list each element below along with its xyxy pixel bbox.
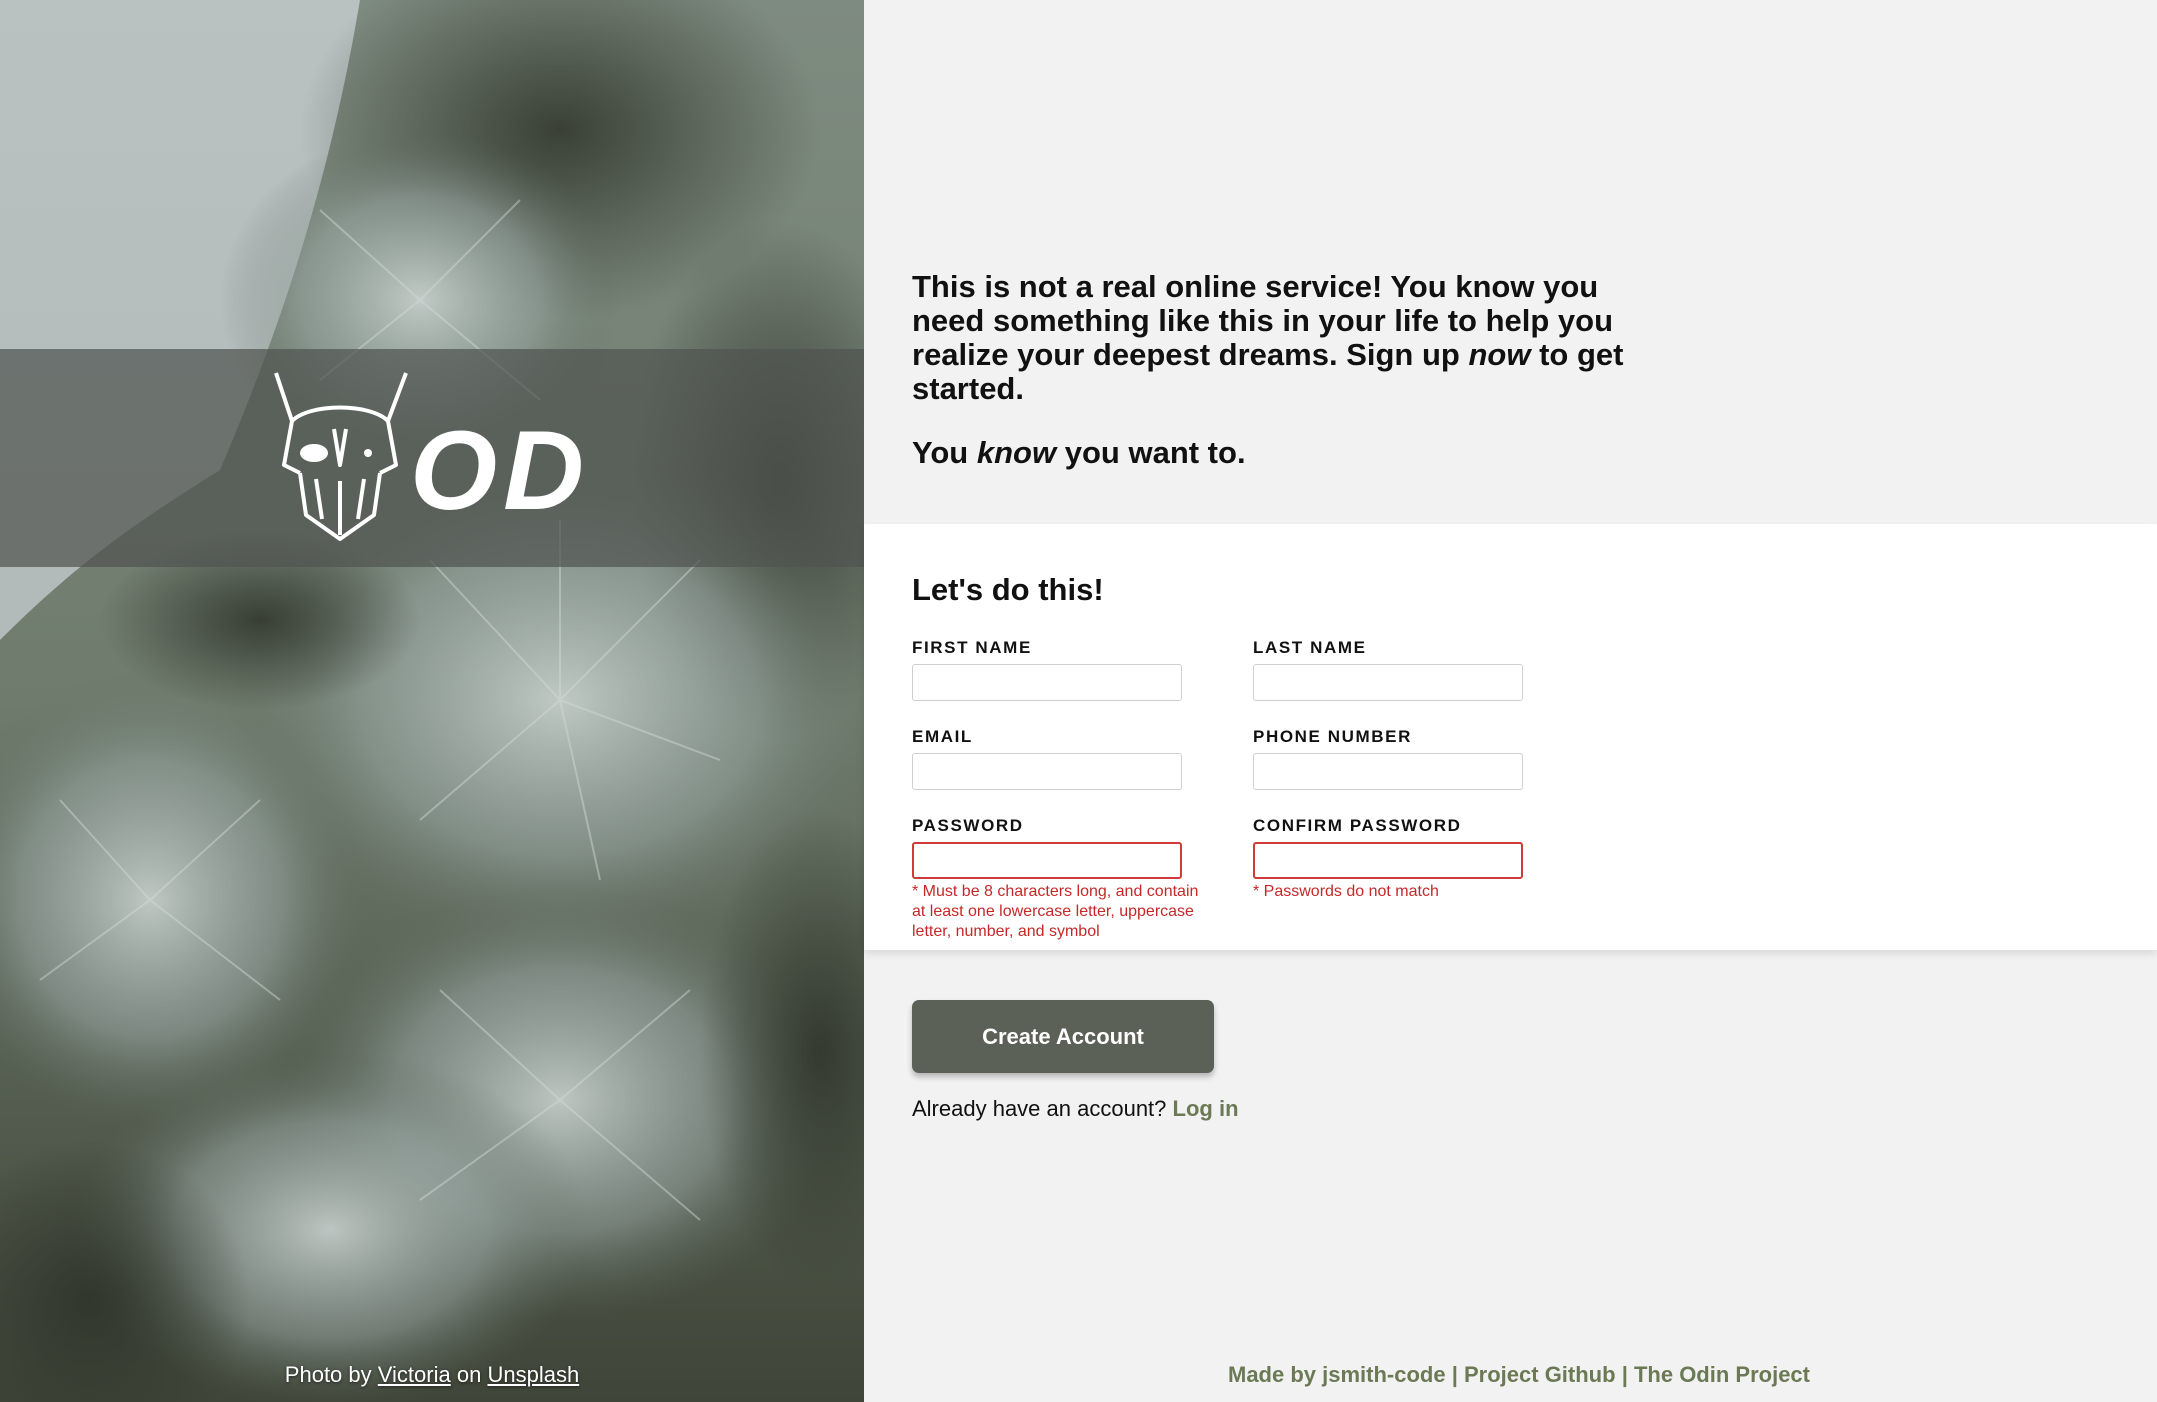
- login-prompt: Already have an account? Log in: [912, 1096, 1239, 1122]
- viking-head-icon: ODIN: [274, 372, 708, 541]
- form-title: Let's do this!: [912, 572, 1104, 607]
- footer-separator: |: [1621, 1362, 1628, 1387]
- confirm-password-input[interactable]: [1253, 842, 1523, 879]
- credit-middle: on: [456, 1362, 482, 1387]
- last-name-field-group: LAST NAME: [1253, 638, 1523, 701]
- email-input[interactable]: [912, 753, 1182, 790]
- password-label: PASSWORD: [912, 816, 1024, 835]
- logo-text: ODIN: [410, 408, 590, 533]
- confirm-password-label: CONFIRM PASSWORD: [1253, 816, 1462, 835]
- phone-input[interactable]: [1253, 753, 1523, 790]
- intro-text-2a: You: [912, 435, 969, 470]
- signup-panel: This is not a real online service! You k…: [864, 0, 2157, 1402]
- photo-credit: Photo by Victoria on Unsplash: [0, 1362, 864, 1388]
- last-name-input[interactable]: [1253, 664, 1523, 701]
- intro-paragraph-2: You know you want to.: [912, 436, 1632, 470]
- signup-form: Let's do this! FIRST NAME LAST NAME EMAI…: [864, 524, 2157, 950]
- confirm-password-error: * Passwords do not match: [1253, 883, 1439, 900]
- create-account-button[interactable]: Create Account: [912, 1000, 1214, 1073]
- intro-text-2-emphasis: know: [976, 435, 1057, 470]
- first-name-field-group: FIRST NAME: [912, 638, 1182, 701]
- phone-label: PHONE NUMBER: [1253, 727, 1412, 746]
- email-field-group: EMAIL: [912, 727, 1182, 790]
- footer-odin-link[interactable]: The Odin Project: [1634, 1362, 1810, 1387]
- first-name-input[interactable]: [912, 664, 1182, 701]
- intro-text-1-emphasis: now: [1468, 337, 1531, 372]
- confirm-password-field-group: CONFIRM PASSWORD * Passwords do not matc…: [1253, 816, 1523, 902]
- intro-text: This is not a real online service! You k…: [912, 270, 1632, 500]
- footer-separator: |: [1451, 1362, 1458, 1387]
- hero-photo-panel: ODIN Photo by Victoria on Unsplash: [0, 0, 864, 1402]
- first-name-label: FIRST NAME: [912, 638, 1032, 657]
- login-prompt-text: Already have an account?: [912, 1096, 1167, 1121]
- footer-github-link[interactable]: Project Github: [1464, 1362, 1616, 1387]
- footer: Made by jsmith-code | Project Github | T…: [1228, 1362, 1810, 1388]
- password-field-group: PASSWORD * Must be 8 characters long, an…: [912, 816, 1198, 942]
- credit-author-link[interactable]: Victoria: [378, 1362, 451, 1387]
- password-input[interactable]: [912, 842, 1182, 879]
- email-label: EMAIL: [912, 727, 973, 746]
- phone-field-group: PHONE NUMBER: [1253, 727, 1523, 790]
- credit-source-link[interactable]: Unsplash: [487, 1362, 579, 1387]
- pine-tree-photo: [0, 0, 864, 1402]
- intro-paragraph-1: This is not a real online service! You k…: [912, 270, 1632, 406]
- password-error: * Must be 8 characters long, and contain…: [912, 883, 1199, 940]
- last-name-label: LAST NAME: [1253, 638, 1367, 657]
- login-link[interactable]: Log in: [1173, 1096, 1239, 1121]
- odin-logo: ODIN: [270, 369, 708, 549]
- intro-text-2b: you want to.: [1064, 435, 1246, 470]
- footer-author-link[interactable]: Made by jsmith-code: [1228, 1362, 1446, 1387]
- credit-prefix: Photo by: [284, 1362, 372, 1387]
